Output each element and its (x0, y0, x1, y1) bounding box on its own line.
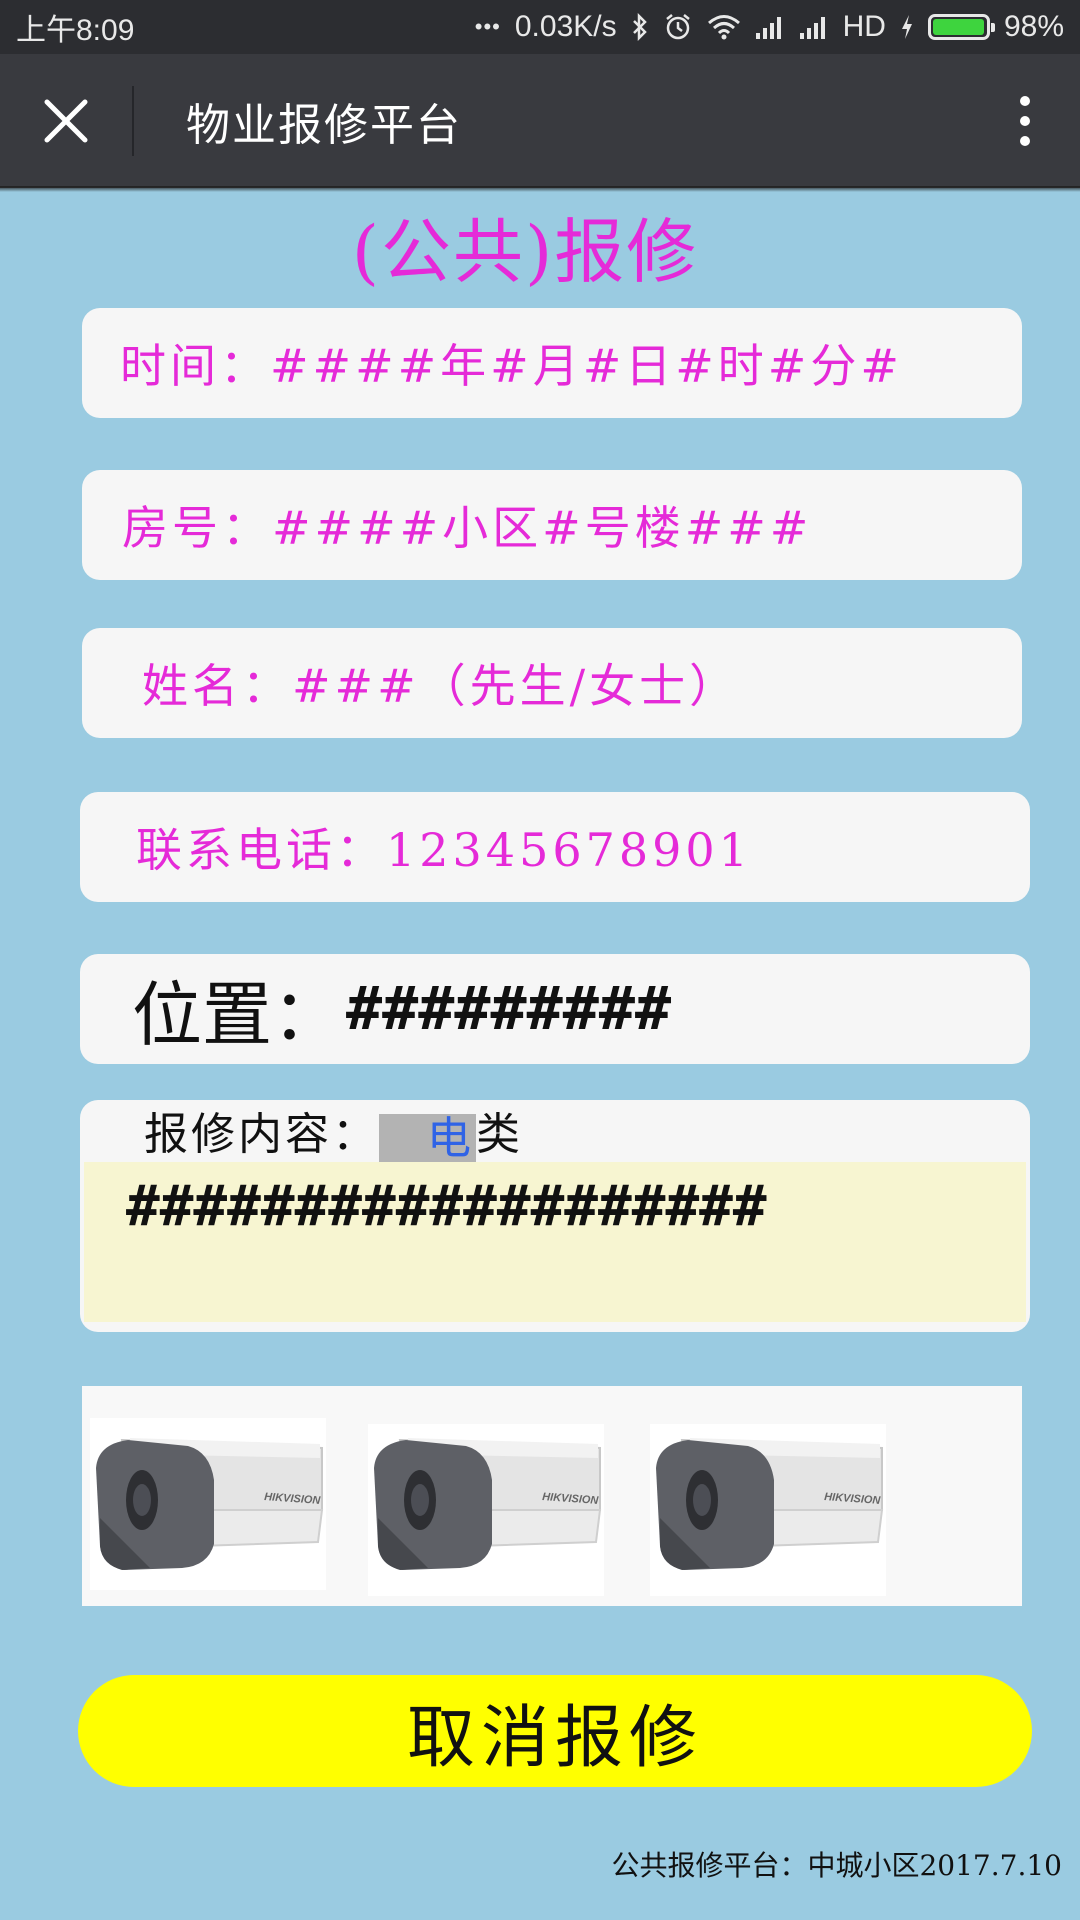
phone-field: 联系电话：12345678901 (80, 792, 1030, 902)
nav-shadow (0, 186, 1080, 192)
repair-content-label: 报修内容： (144, 1109, 379, 1160)
network-speed: 0.03K/s (514, 10, 617, 43)
repair-content-header: 报修内容：电类 (80, 1100, 1030, 1164)
room-text: 房号：####小区#号楼### (122, 501, 813, 555)
time-field: 时间：####年#月#日#时#分# (82, 308, 1022, 418)
close-button[interactable] (0, 54, 132, 188)
footer-text: 公共报修平台：中城小区2017.7.10 (611, 1849, 1062, 1882)
charging-icon (900, 14, 914, 40)
more-vertical-icon (1020, 96, 1030, 146)
wifi-icon (707, 14, 741, 40)
photo-thumbnail[interactable]: HIKVISION (650, 1424, 886, 1596)
nav-bar: 物业报修平台 (0, 54, 1080, 188)
alarm-icon (663, 12, 693, 42)
signal-icon (799, 15, 829, 39)
photo-panel: HIKVISION HIKVISION HIKVISION (82, 1386, 1022, 1606)
page-title: 物业报修平台 (186, 100, 462, 151)
battery-level (932, 19, 984, 35)
more-button[interactable] (970, 54, 1080, 188)
more-dots-icon: ••• (474, 14, 501, 39)
close-icon (44, 99, 88, 143)
form-heading: (公共)报修 (351, 211, 699, 293)
nav-divider (132, 86, 134, 156)
battery-icon (927, 14, 995, 40)
cancel-repair-button[interactable]: 取消报修 (78, 1675, 1032, 1787)
status-bar: 上午8:09 ••• 0.03K/s HD 98% (0, 0, 1080, 54)
phone-text: 联系电话：12345678901 (136, 823, 752, 877)
name-text: 姓名：###（先生/女士） (142, 659, 740, 713)
repair-category-suffix: 类 (476, 1109, 523, 1160)
battery-percent: 98% (1003, 10, 1064, 43)
photo-thumbnail[interactable]: HIKVISION (368, 1424, 604, 1596)
location-value: ######### (346, 974, 672, 1044)
bluetooth-icon (631, 13, 649, 41)
camera-icon: HIKVISION (656, 1438, 884, 1570)
repair-content-card: 报修内容：电类 ################### (80, 1100, 1030, 1332)
repair-category-highlight: 电 (379, 1114, 476, 1164)
signal-icon (755, 15, 785, 39)
time-text: 时间：####年#月#日#时#分# (120, 339, 903, 393)
location-label: 位置： (132, 973, 342, 1056)
photo-thumbnail[interactable]: HIKVISION (90, 1418, 326, 1590)
room-field: 房号：####小区#号楼### (82, 470, 1022, 580)
hd-indicator: HD (842, 10, 886, 43)
name-field: 姓名：###（先生/女士） (82, 628, 1022, 738)
camera-icon: HIKVISION (374, 1438, 602, 1570)
status-time: 上午8:09 (16, 14, 135, 47)
status-icons: ••• 0.03K/s HD 98% (475, 10, 1064, 44)
camera-icon: HIKVISION (96, 1438, 324, 1570)
location-field: 位置： ######### (80, 954, 1030, 1064)
repair-content-text: ################### (84, 1162, 1026, 1322)
